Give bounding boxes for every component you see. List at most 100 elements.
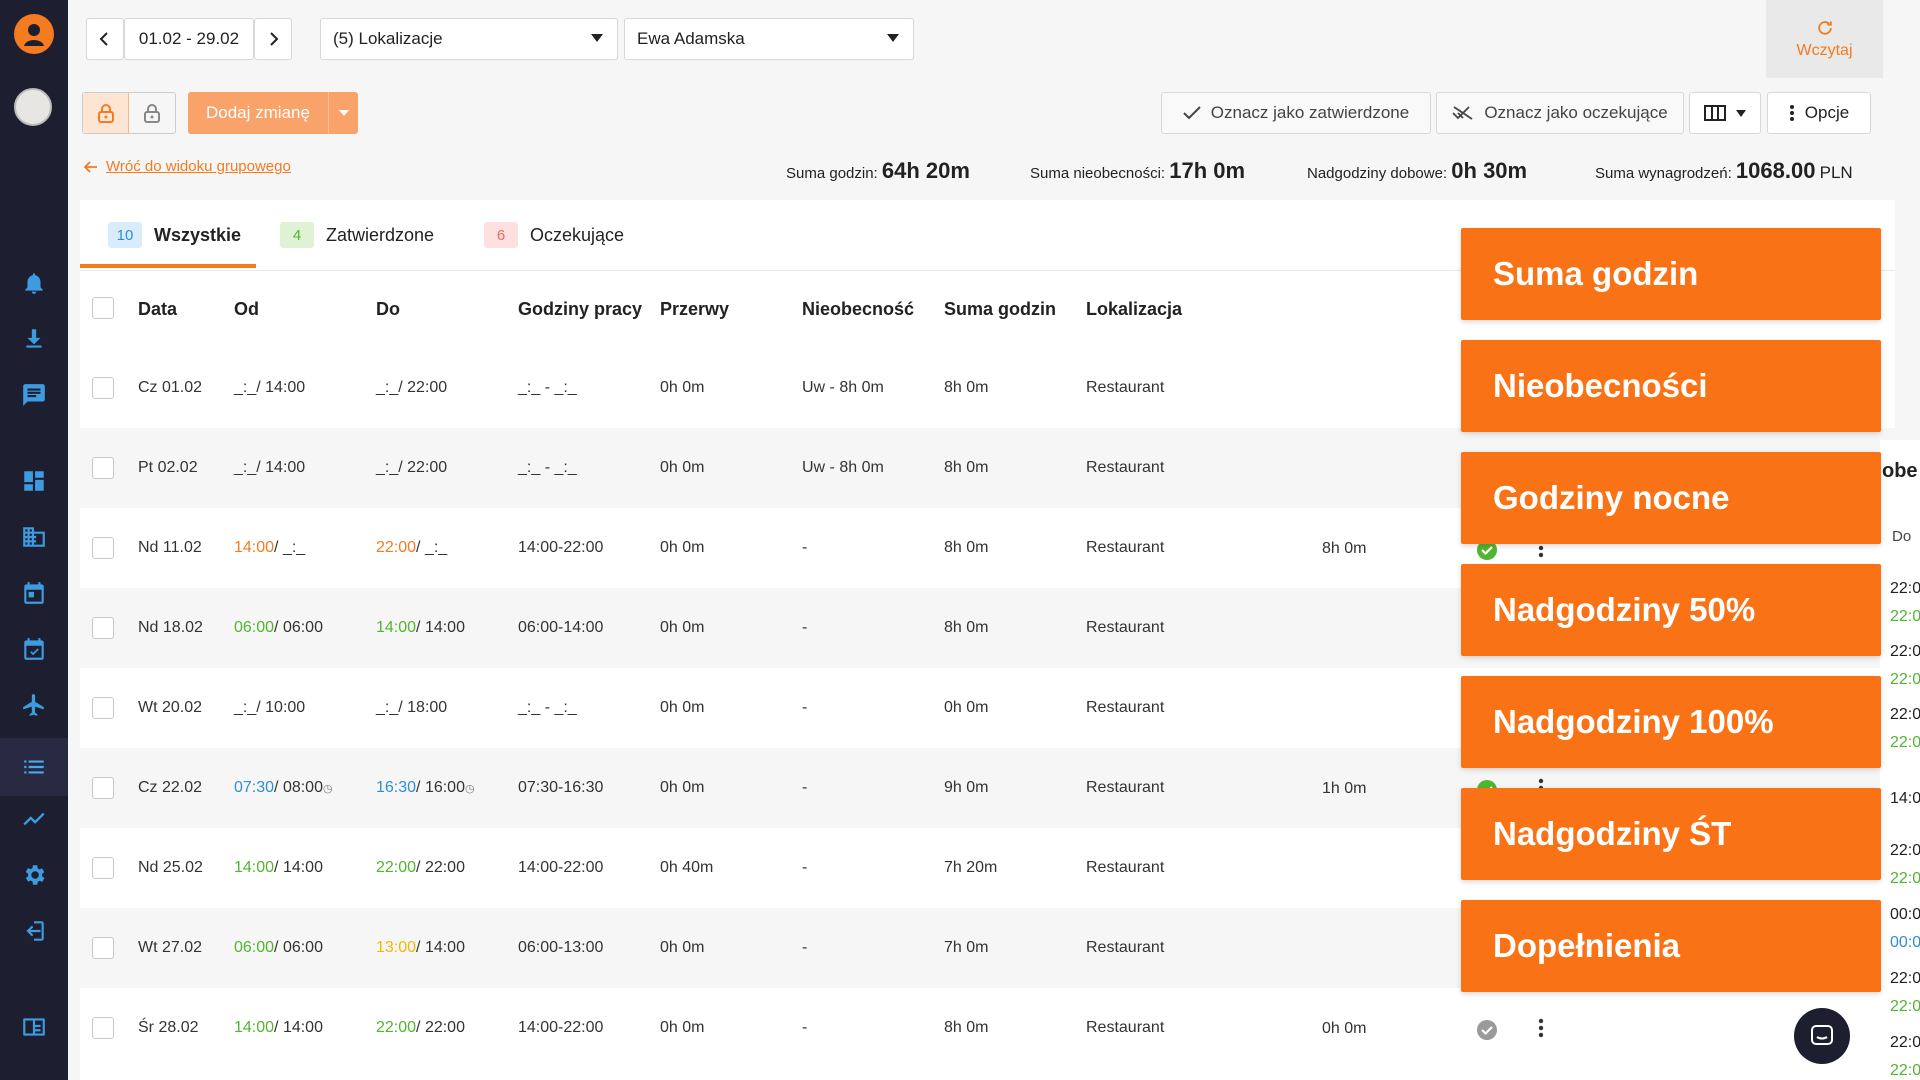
row-checkbox[interactable] xyxy=(92,697,114,719)
building-icon[interactable] xyxy=(19,522,49,552)
row-to: 16:30/ 16:00◷ xyxy=(376,779,475,797)
row-checkbox[interactable] xyxy=(92,617,114,639)
prev-period-button[interactable] xyxy=(86,18,124,60)
more-vertical-icon xyxy=(1789,105,1794,121)
row-from-actual: _:_ xyxy=(234,379,257,396)
row-work-hours: 06:00-13:00 xyxy=(518,939,604,956)
reload-button[interactable]: Wczytaj xyxy=(1766,0,1883,78)
row-to-actual: 22:00 xyxy=(376,539,417,556)
options-label: Opcje xyxy=(1804,103,1850,122)
airplane-icon[interactable] xyxy=(19,690,49,720)
row-from-planned: / 10:00 xyxy=(256,699,306,716)
tab-all[interactable]: 10 Wszystkie xyxy=(108,222,241,248)
tab-pending-label: Oczekujące xyxy=(530,224,625,245)
row-location: Restaurant xyxy=(1086,779,1165,796)
date-range-display[interactable]: 01.02 - 29.02 xyxy=(124,18,254,60)
peek-value: 22:0 xyxy=(1890,870,1920,887)
peek-value: 22:0 xyxy=(1890,842,1920,859)
date-range-text: 01.02 - 29.02 xyxy=(138,29,240,48)
back-to-group-link[interactable]: Wróć do widoku grupowego xyxy=(84,158,291,175)
row-checkbox[interactable] xyxy=(92,777,114,799)
row-total-hours: 7h 0m xyxy=(944,939,989,956)
logout-icon[interactable] xyxy=(19,916,49,946)
trend-chart-icon[interactable] xyxy=(19,804,49,834)
calendar-icon[interactable] xyxy=(19,578,49,608)
tab-approved[interactable]: 4 Zatwierdzone xyxy=(280,222,434,248)
row-checkbox[interactable] xyxy=(92,857,114,879)
row-checkbox[interactable] xyxy=(92,457,114,479)
col-date[interactable]: Data xyxy=(138,299,177,320)
book-icon[interactable] xyxy=(19,1012,49,1042)
peek-value: 22:0 xyxy=(1890,706,1920,723)
options-button[interactable]: Opcje xyxy=(1767,92,1871,134)
row-work-hours: _:_ - _:_ xyxy=(518,699,577,716)
row-checkbox[interactable] xyxy=(92,537,114,559)
row-more-icon[interactable] xyxy=(1538,1018,1544,1043)
locked-lock-icon[interactable] xyxy=(83,93,129,133)
mark-pending-button[interactable]: Oznacz jako oczekujące xyxy=(1436,92,1684,134)
row-date: Cz 22.02 xyxy=(138,779,203,796)
employee-select[interactable]: Ewa Adamska xyxy=(624,18,914,60)
dashboard-icon[interactable] xyxy=(19,466,49,496)
col-total-hours[interactable]: Suma godzin xyxy=(944,299,1056,320)
table-row[interactable]: Śr 28.02 14:00/ 14:00 22:00/ 22:00 14:00… xyxy=(80,988,1895,1068)
chevron-left-icon xyxy=(99,32,108,46)
stat-absence: Suma nieobecności: 17h 0m xyxy=(1030,158,1246,183)
row-date: Nd 11.02 xyxy=(138,539,202,556)
tab-pending[interactable]: 6 Oczekujące xyxy=(484,222,624,248)
columns-toggle-button[interactable] xyxy=(1689,92,1761,134)
row-checkbox[interactable] xyxy=(92,377,114,399)
row-breaks: 0h 0m xyxy=(660,379,705,396)
peek-value: 22:0 xyxy=(1890,1034,1920,1051)
bell-icon[interactable] xyxy=(19,268,49,298)
gear-icon[interactable] xyxy=(19,860,49,890)
add-shift-button[interactable]: Dodaj zmianę xyxy=(188,92,358,134)
select-all-checkbox[interactable] xyxy=(92,297,114,319)
col-to[interactable]: Do xyxy=(376,299,400,320)
row-from-planned: / 06:00 xyxy=(274,939,323,956)
row-checkbox[interactable] xyxy=(92,937,114,959)
mark-approved-button[interactable]: Oznacz jako zatwierdzone xyxy=(1161,92,1431,134)
row-from-planned: / 14:00 xyxy=(274,859,323,876)
row-date: Wt 20.02 xyxy=(138,699,203,716)
row-date: Śr 28.02 xyxy=(138,1019,199,1036)
col-absence[interactable]: Nieobecność xyxy=(802,299,914,320)
row-to: _:_/ 22:00 xyxy=(376,379,447,397)
download-icon[interactable] xyxy=(19,324,49,354)
row-from-actual: 06:00 xyxy=(234,939,275,956)
tab-all-count: 10 xyxy=(108,222,142,248)
stat-total-hours: Suma godzin: 64h 20m xyxy=(786,158,970,183)
row-to-planned: / 22:00 xyxy=(398,379,448,396)
row-to-planned: / 14:00 xyxy=(416,619,465,636)
chat-bubble-icon xyxy=(1811,1025,1833,1045)
status-check-icon xyxy=(1476,1019,1498,1046)
next-period-button[interactable] xyxy=(254,18,292,60)
col-location[interactable]: Lokalizacja xyxy=(1086,299,1182,320)
unlock-icon[interactable] xyxy=(129,93,175,133)
add-shift-dropdown-icon[interactable] xyxy=(328,92,358,134)
locations-select[interactable]: (5) Lokalizacje xyxy=(320,18,618,60)
user-avatar[interactable] xyxy=(14,88,52,126)
row-breaks: 0h 0m xyxy=(660,619,705,636)
uncheck-icon xyxy=(1452,106,1473,120)
feature-card: Nadgodziny 100% xyxy=(1461,676,1881,768)
col-work-hours[interactable]: Godziny pracy xyxy=(518,299,642,320)
row-checkbox[interactable] xyxy=(92,1017,114,1039)
app-logo[interactable] xyxy=(14,14,54,54)
col-from[interactable]: Od xyxy=(234,299,259,320)
col-breaks[interactable]: Przerwy xyxy=(660,299,729,320)
chat-launcher-button[interactable] xyxy=(1794,1008,1850,1064)
mark-pending-label: Oznacz jako oczekujące xyxy=(1484,103,1668,122)
row-location: Restaurant xyxy=(1086,939,1165,956)
list-icon[interactable] xyxy=(19,752,49,782)
row-location: Restaurant xyxy=(1086,459,1165,476)
sidebar xyxy=(0,0,68,1080)
row-absence: - xyxy=(802,779,808,796)
row-from: 14:00/ 14:00 xyxy=(234,859,323,877)
chat-icon[interactable] xyxy=(19,380,49,410)
tab-all-label: Wszystkie xyxy=(154,224,242,245)
row-to-actual: 22:00 xyxy=(376,1019,417,1036)
lock-toggle-group xyxy=(82,92,176,134)
row-breaks: 0h 0m xyxy=(660,779,705,796)
calendar-check-icon[interactable] xyxy=(19,634,49,664)
